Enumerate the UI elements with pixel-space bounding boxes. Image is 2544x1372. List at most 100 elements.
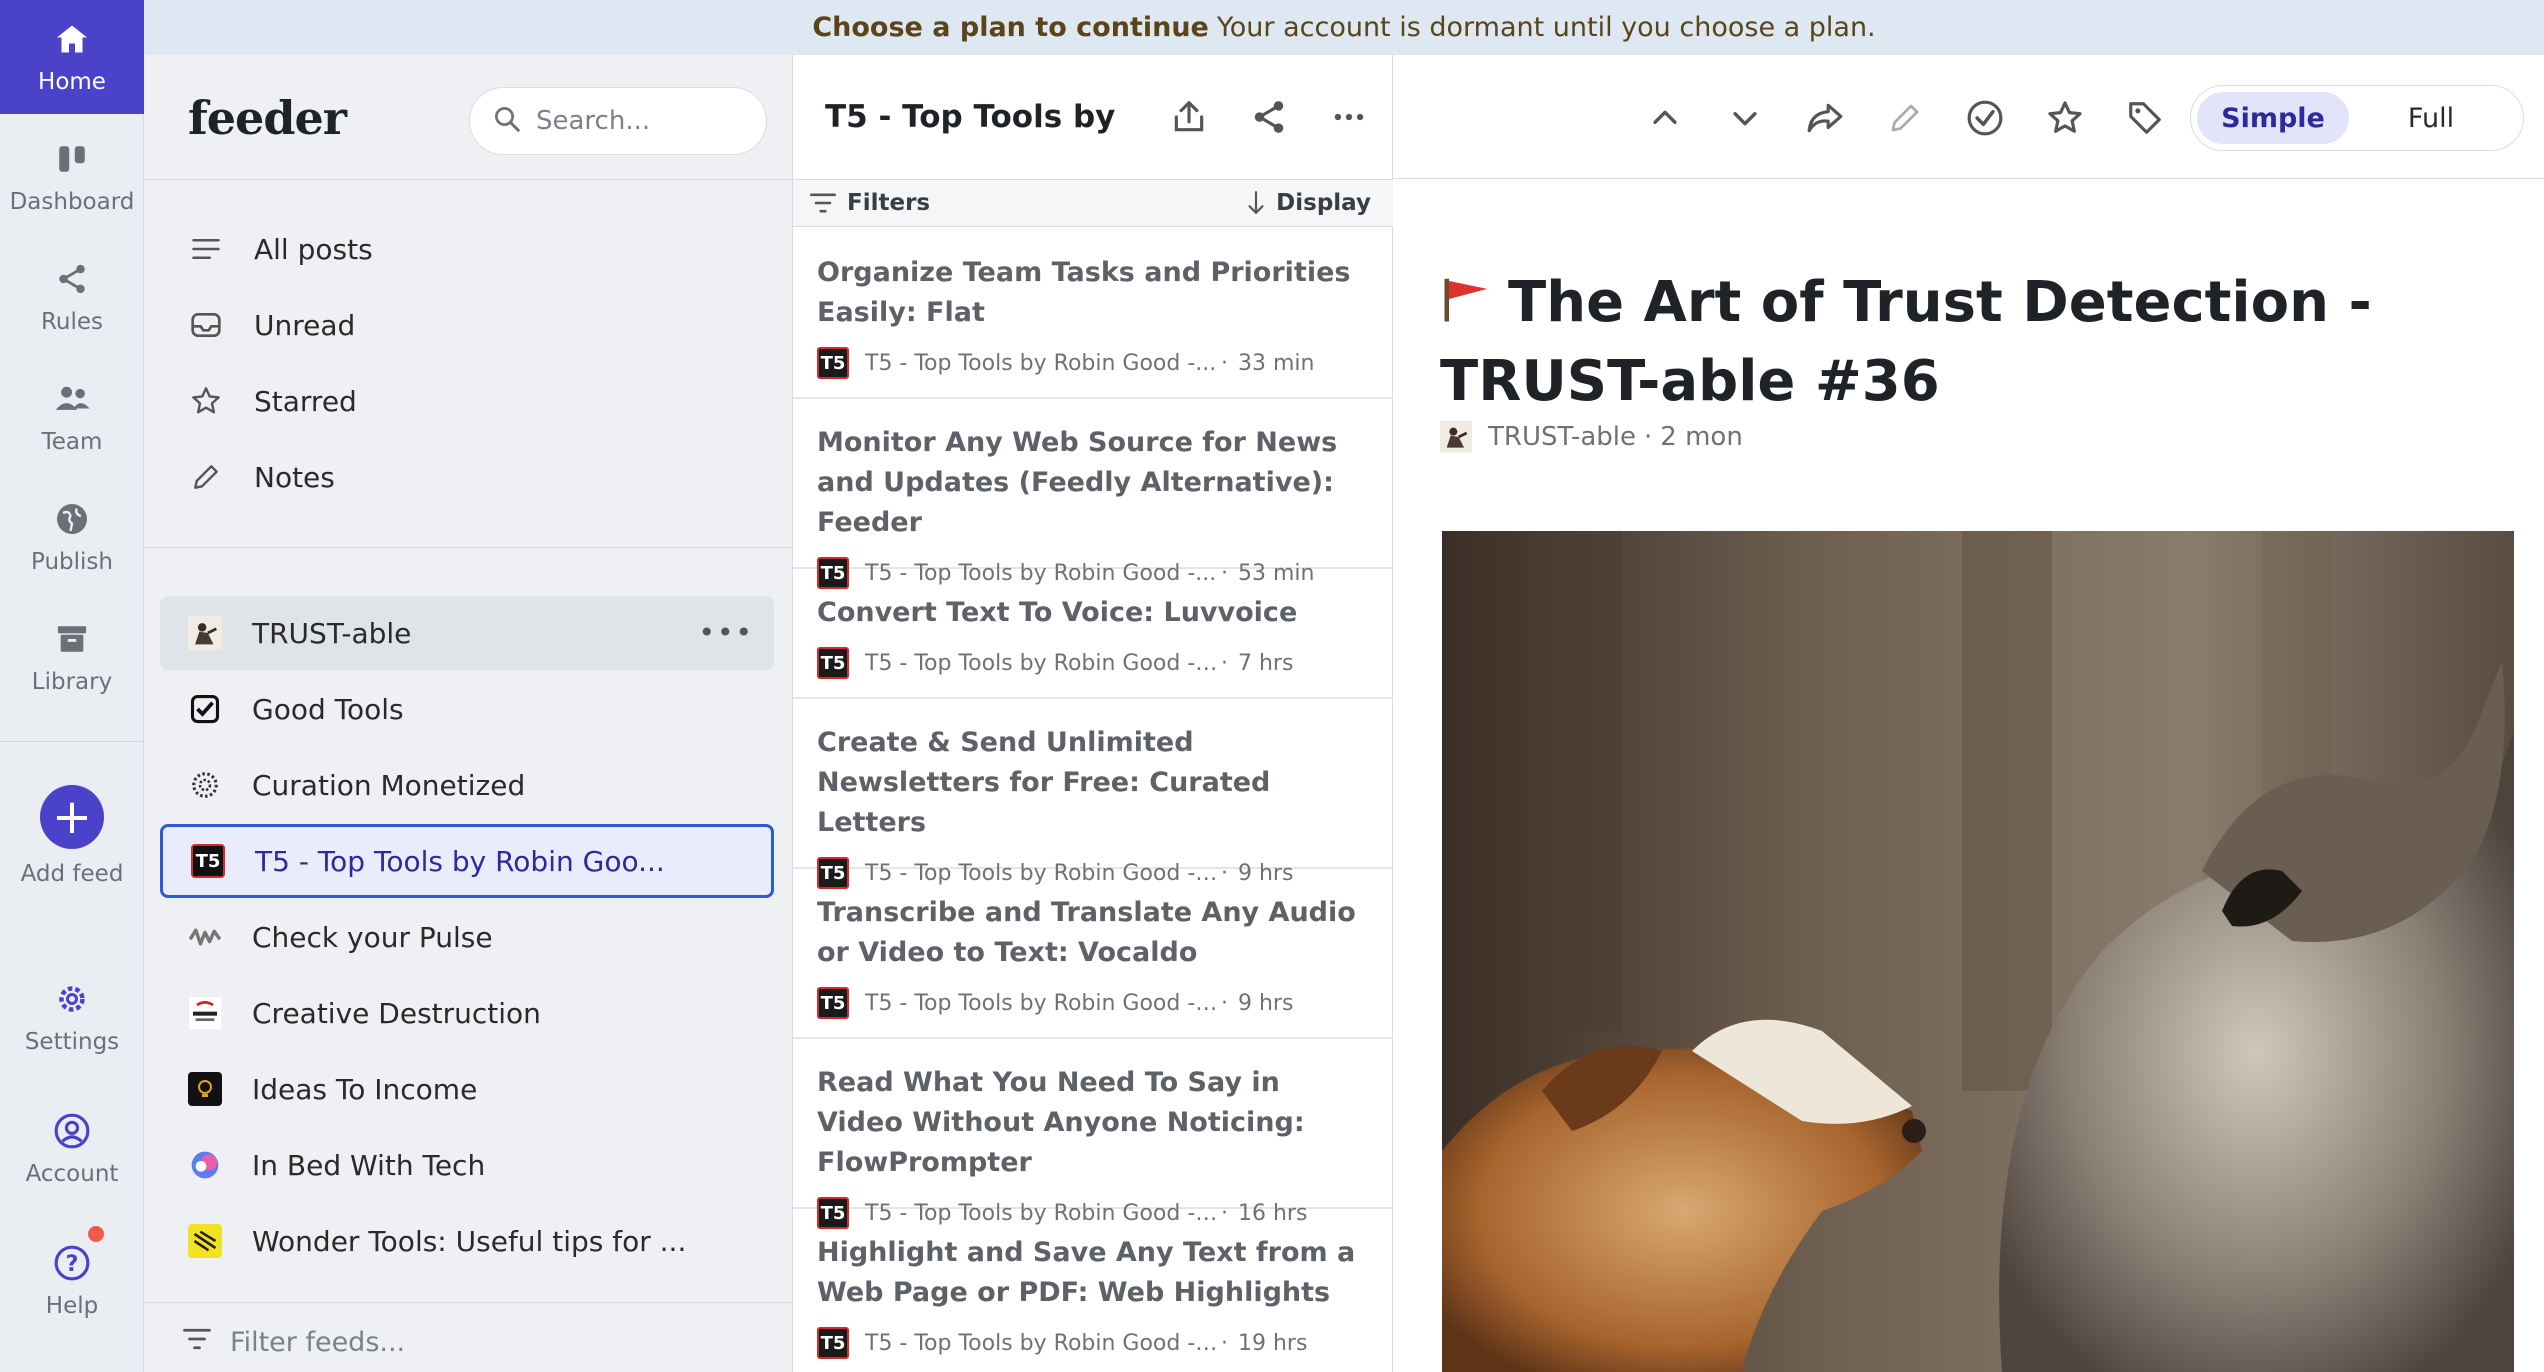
rail-publish[interactable]: Publish xyxy=(0,480,144,594)
t5-favicon: T5 xyxy=(817,647,849,679)
feed-item[interactable]: Creative Destruction xyxy=(160,976,774,1050)
simple-mode-button[interactable]: Simple xyxy=(2197,92,2349,144)
byline-age: 2 mon xyxy=(1660,422,1743,452)
post-list-header: T5 - Top Tools by Robin Good xyxy=(793,55,1393,179)
byline-separator: · xyxy=(1644,422,1653,452)
filter-feeds-input[interactable]: Filter feeds... xyxy=(182,1317,405,1367)
more-options-button[interactable] xyxy=(1325,93,1373,141)
tag-icon xyxy=(2129,102,2161,134)
gear-icon xyxy=(52,979,92,1019)
post-item[interactable]: Organize Team Tasks and Priorities Easil… xyxy=(793,229,1393,399)
view-mode-toggle: Simple Full xyxy=(2190,85,2524,151)
post-item[interactable]: Transcribe and Translate Any Audio or Vi… xyxy=(793,869,1393,1039)
pencil-icon xyxy=(188,459,224,495)
rail-rules[interactable]: Rules xyxy=(0,240,144,354)
rail-home[interactable]: Home xyxy=(0,0,144,114)
filters-button[interactable]: Filters xyxy=(809,190,930,216)
feed-item[interactable]: Ideas To Income xyxy=(160,1052,774,1126)
filter-icon xyxy=(810,193,836,213)
article-title-text: The Art of Trust Detection - TRUST-able … xyxy=(1440,270,2372,414)
feed-item[interactable]: Check your Pulse xyxy=(160,900,774,974)
feed-item[interactable]: Curation Monetized xyxy=(160,748,774,822)
post-item[interactable]: Highlight and Save Any Text from a Web P… xyxy=(793,1209,1393,1372)
nav-all-posts[interactable]: All posts xyxy=(188,219,373,279)
tag-button[interactable] xyxy=(2120,93,2170,143)
nav-unread-label: Unread xyxy=(254,308,356,342)
rail-account[interactable]: Account xyxy=(0,1092,144,1206)
t5-favicon: T5 xyxy=(817,987,849,1019)
meta-dot: · xyxy=(1221,990,1228,1016)
nav-notes-label: Notes xyxy=(254,460,335,494)
nav-notes[interactable]: Notes xyxy=(188,447,335,507)
nav-starred[interactable]: Starred xyxy=(188,371,357,431)
rail-dashboard[interactable]: Dashboard xyxy=(0,120,144,234)
forward-button[interactable] xyxy=(1800,93,1850,143)
rules-icon xyxy=(52,259,92,299)
rail-settings[interactable]: Settings xyxy=(0,960,144,1074)
feed-label: Check your Pulse xyxy=(252,920,493,954)
post-list-pane: T5 - Top Tools by Robin Good Filters Dis… xyxy=(793,55,1393,1372)
post-item[interactable]: Read What You Need To Say in Video Witho… xyxy=(793,1039,1393,1229)
upload-icon xyxy=(1174,101,1204,132)
post-item[interactable]: Create & Send Unlimited Newsletters for … xyxy=(793,699,1393,889)
reader-pane: Simple Full The Art of Trust Detection -… xyxy=(1394,55,2544,1372)
rail-team[interactable]: Team xyxy=(0,360,144,474)
post-item[interactable]: Convert Text To Voice: Luvvoice T5 T5 - … xyxy=(793,569,1393,699)
search-placeholder: Search... xyxy=(536,106,651,136)
feed-item[interactable]: Wonder Tools: Useful tips for ... xyxy=(160,1204,774,1278)
pulse-favicon xyxy=(188,920,222,954)
rail-rules-label: Rules xyxy=(40,309,104,335)
plan-banner-bold: Choose a plan to continue xyxy=(812,12,1209,43)
article-hero-image xyxy=(1442,531,2514,1372)
feed-item[interactable]: Good Tools xyxy=(160,672,774,746)
post-title: Read What You Need To Say in Video Witho… xyxy=(817,1067,1305,1178)
rail-help[interactable]: ? Help xyxy=(0,1224,144,1338)
post-title: Transcribe and Translate Any Audio or Vi… xyxy=(817,897,1356,968)
feed-item[interactable]: In Bed With Tech xyxy=(160,1128,774,1202)
rail-library-label: Library xyxy=(31,669,113,695)
add-feed-button[interactable]: + Add feed xyxy=(0,766,144,906)
team-icon xyxy=(52,379,92,419)
nav-starred-label: Starred xyxy=(254,384,357,418)
feed-label: Ideas To Income xyxy=(252,1072,478,1106)
full-mode-button[interactable]: Full xyxy=(2349,92,2513,144)
star-button[interactable] xyxy=(2040,93,2090,143)
trust-able-favicon xyxy=(1440,421,1472,453)
divider xyxy=(144,179,793,180)
previous-post-button[interactable] xyxy=(1640,93,1690,143)
nav-unread[interactable]: Unread xyxy=(188,295,355,355)
feed-item[interactable]: TRUST-able ••• xyxy=(160,596,774,670)
share-button[interactable] xyxy=(1245,93,1293,141)
rail-settings-label: Settings xyxy=(24,1029,120,1055)
nav-all-posts-label: All posts xyxy=(254,232,373,266)
rail-account-label: Account xyxy=(25,1161,119,1187)
feed-item-selected[interactable]: T5 T5 - Top Tools by Robin Goo... xyxy=(160,824,774,898)
post-meta: T5 T5 - Top Tools by Robin Good -... · 3… xyxy=(817,347,1371,379)
rail-publish-label: Publish xyxy=(31,549,113,575)
plan-banner-text: Your account is dormant until you choose… xyxy=(1216,12,1876,43)
filter-feeds-placeholder: Filter feeds... xyxy=(230,1326,406,1358)
search-input[interactable]: Search... xyxy=(469,87,767,155)
feed-label: Good Tools xyxy=(252,692,404,726)
more-options-icon[interactable]: ••• xyxy=(698,616,754,649)
export-button[interactable] xyxy=(1165,93,1213,141)
next-post-button[interactable] xyxy=(1720,93,1770,143)
post-age: 19 hrs xyxy=(1238,1330,1308,1356)
rail-library[interactable]: Library xyxy=(0,600,144,714)
post-age: 7 hrs xyxy=(1238,650,1294,676)
feed-label: In Bed With Tech xyxy=(252,1148,486,1182)
post-age: 9 hrs xyxy=(1238,990,1294,1016)
annotate-button[interactable] xyxy=(1880,93,1930,143)
mark-read-button[interactable] xyxy=(1960,93,2010,143)
more-icon xyxy=(1334,113,1364,121)
post-title: Organize Team Tasks and Priorities Easil… xyxy=(817,257,1351,328)
byline-source[interactable]: TRUST-able xyxy=(1488,422,1636,452)
dashboard-icon xyxy=(52,139,92,179)
list-filter-bar: Filters Display xyxy=(793,179,1393,227)
post-age: 33 min xyxy=(1238,350,1315,376)
post-item[interactable]: Monitor Any Web Source for News and Upda… xyxy=(793,399,1393,589)
display-button[interactable]: Display xyxy=(1244,190,1371,216)
trust-able-favicon xyxy=(188,616,222,650)
post-title: Highlight and Save Any Text from a Web P… xyxy=(817,1237,1356,1308)
post-source: T5 - Top Tools by Robin Good -... xyxy=(865,350,1217,376)
